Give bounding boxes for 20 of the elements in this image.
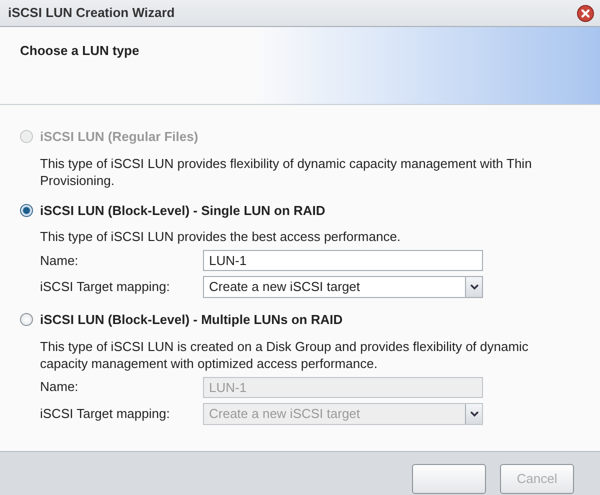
field-label: iSCSI Target mapping: xyxy=(40,404,171,423)
caret-icon xyxy=(470,284,478,290)
option-description: This type of iSCSI LUN is created on a Disk Group and provides flexibility of dynamic capacity management with optimized access performance. xyxy=(40,338,530,372)
option-description: This type of iSCSI LUN provides the best access performance. xyxy=(40,228,402,245)
target-dropdown[interactable]: Create a new iSCSI target xyxy=(203,276,483,298)
option-label[interactable]: iSCSI LUN (Block-Level) - Multiple LUNs on RAID xyxy=(40,310,343,330)
caret-icon xyxy=(470,410,478,416)
name-field[interactable]: LUN-1 xyxy=(203,250,483,271)
option-label[interactable]: iSCSI LUN (Block-Level) - Single LUN on RAID xyxy=(40,200,326,220)
window-title: iSCSI LUN Creation Wizard xyxy=(8,4,175,22)
page-heading: Choose a LUN type xyxy=(20,42,140,60)
field-label: iSCSI Target mapping: xyxy=(40,278,171,296)
close-icon[interactable] xyxy=(577,4,594,22)
radio-button[interactable] xyxy=(20,204,33,217)
field-label: Name: xyxy=(40,252,80,270)
option-description: This type of iSCSI LUN provides flexibility of dynamic capacity management with Thin Provisioning. xyxy=(40,154,533,188)
footer-button[interactable] xyxy=(412,464,486,494)
option-label: iSCSI LUN (Regular Files) xyxy=(40,128,198,146)
field-label: Name: xyxy=(40,378,80,396)
radio-button[interactable] xyxy=(20,313,33,326)
